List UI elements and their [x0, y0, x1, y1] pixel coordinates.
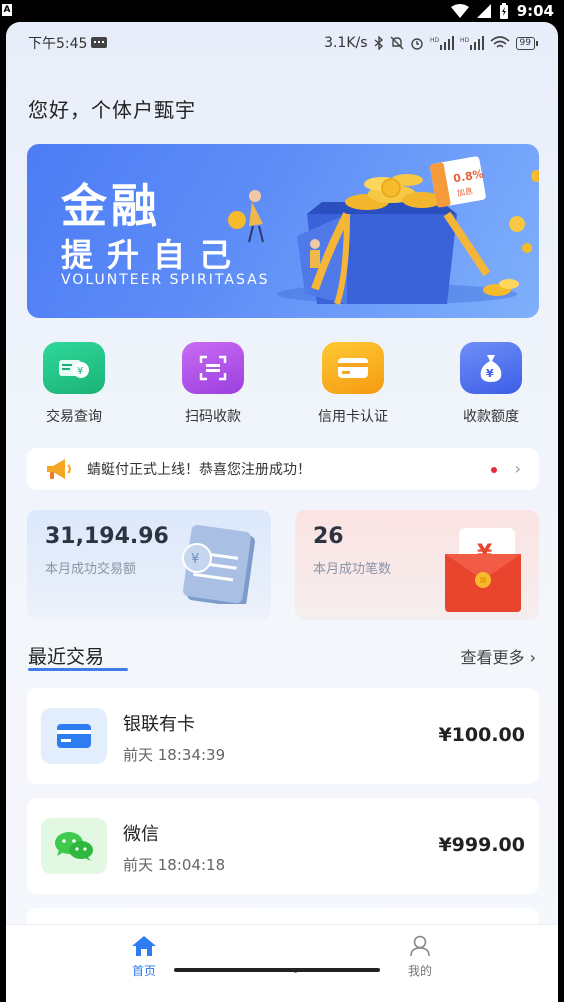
greeting-text: 您好，个体户甄宇: [28, 98, 196, 122]
quick-action-credit-card-auth[interactable]: 信用卡认证: [298, 342, 408, 426]
hd-signal-2-icon: HD: [460, 36, 484, 50]
transaction-amount: ¥100.00: [438, 724, 525, 746]
signal-icon: [476, 4, 491, 18]
app-screen: 下午5:45 3.1K/s HD HD 99 您好，个体户甄宇 金融 提升自己 …: [6, 22, 558, 1002]
announcement-bar[interactable]: 蜻蜓付正式上线！恭喜您注册成功！ ›: [27, 448, 539, 490]
system-time: 9:04: [516, 2, 554, 20]
wifi-small-icon: [490, 36, 510, 48]
bluetooth-icon: [374, 36, 383, 50]
tab-mine[interactable]: 我的: [380, 935, 460, 979]
status-time: 下午5:45: [28, 36, 88, 52]
wechat-icon: [41, 818, 107, 874]
wifi-icon: [450, 4, 469, 18]
money-icon: ¥: [43, 342, 105, 394]
card-icon: [322, 342, 384, 394]
notification-badge: A: [2, 4, 12, 16]
stat-card-monthly-count[interactable]: 26 本月成功笔数 ¥: [295, 510, 539, 620]
stat-label: 本月成功交易额: [45, 562, 137, 577]
network-speed: 3.1K/s: [324, 35, 368, 51]
transaction-name: 微信: [123, 824, 159, 845]
svg-text:HD: HD: [430, 37, 440, 44]
svg-text:¥: ¥: [486, 367, 494, 380]
card-icon: [41, 708, 107, 764]
hd-signal-icon: HD: [430, 36, 454, 50]
scan-icon: [182, 342, 244, 394]
transaction-name: 银联有卡: [123, 714, 195, 735]
banner-title-1: 金融: [61, 179, 161, 233]
home-icon: [132, 936, 156, 956]
unread-dot: [491, 467, 497, 473]
tab-home[interactable]: 首页: [104, 935, 184, 979]
home-indicator[interactable]: [174, 968, 380, 972]
tab-label: 我的: [407, 964, 432, 978]
stat-label: 本月成功笔数: [313, 562, 392, 577]
quick-action-scan-collect[interactable]: 扫码收款: [158, 342, 268, 426]
document-coin-icon: ¥: [182, 524, 255, 604]
status-line: 下午5:45 3.1K/s HD HD 99: [28, 34, 538, 52]
battery-icon: [499, 3, 508, 19]
moneybag-icon: ¥: [460, 342, 522, 394]
tab-label: 首页: [131, 964, 156, 978]
stat-value: 26: [313, 524, 344, 549]
bottom-tab-bar: 首页 我的: [6, 924, 558, 1002]
transaction-row[interactable]: 微信 前天 18:04:18 ¥999.00: [27, 798, 539, 894]
transaction-time: 前天 18:04:18: [123, 856, 226, 874]
svg-text:¥: ¥: [77, 366, 83, 377]
alarm-icon: [410, 38, 423, 50]
view-more-label: 查看更多: [460, 648, 525, 667]
quick-action-label: 收款额度: [463, 409, 519, 425]
megaphone-icon: [47, 459, 71, 479]
promo-banner[interactable]: 金融 提升自己 VOLUNTEER SPIRITASAS 0.8% 加息: [27, 144, 539, 318]
chevron-right-icon: ›: [514, 459, 521, 478]
user-icon: [410, 935, 430, 957]
transaction-row[interactable]: 银联有卡 前天 18:34:39 ¥100.00: [27, 688, 539, 784]
transaction-time: 前天 18:34:39: [123, 746, 226, 764]
stat-value: 31,194.96: [45, 524, 169, 549]
system-status-bar: A 9:04: [0, 0, 564, 22]
message-icon: [91, 37, 108, 48]
gift-box-illustration: 0.8% 加息: [228, 156, 539, 305]
svg-text:HD: HD: [460, 37, 470, 44]
battery-level: 99: [515, 36, 538, 50]
view-more-link[interactable]: 查看更多 ›: [460, 644, 536, 668]
announcement-text: 蜻蜓付正式上线！恭喜您注册成功！: [87, 462, 311, 478]
transaction-amount: ¥999.00: [438, 834, 525, 856]
svg-text:¥: ¥: [191, 552, 199, 567]
section-underline: [28, 668, 128, 671]
quick-action-label: 扫码收款: [185, 409, 241, 425]
section-title: 最近交易: [28, 646, 105, 668]
quick-actions: ¥ 交易查询 扫码收款 信用卡认证 ¥ 收款额度: [6, 342, 558, 432]
quick-action-label: 信用卡认证: [318, 409, 388, 425]
red-envelope-icon: ¥: [445, 528, 521, 612]
quick-action-label: 交易查询: [46, 409, 102, 425]
mute-icon: [390, 36, 404, 50]
chevron-right-icon: ›: [529, 648, 536, 667]
quick-action-collection-limit[interactable]: ¥ 收款额度: [436, 342, 546, 426]
quick-action-transaction-query[interactable]: ¥ 交易查询: [19, 342, 129, 426]
stat-card-monthly-amount[interactable]: 31,194.96 本月成功交易额 ¥: [27, 510, 271, 620]
